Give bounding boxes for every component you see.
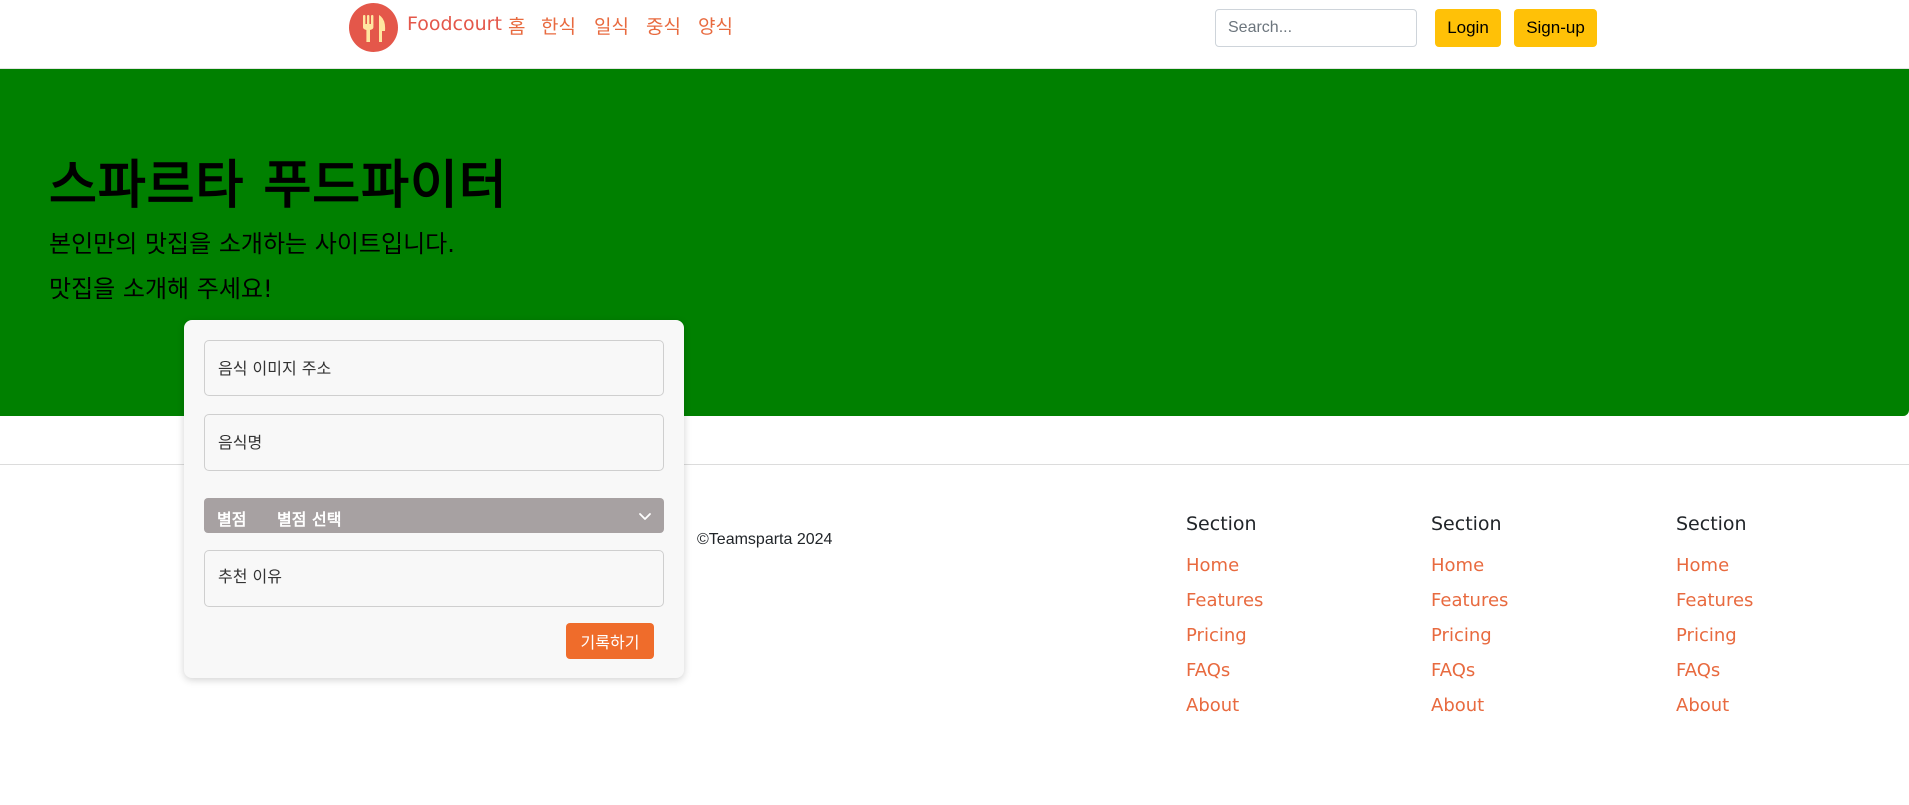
recommend-reason-textarea[interactable]	[204, 550, 664, 607]
submit-record-button[interactable]: 기록하기	[566, 623, 654, 659]
top-navbar: Foodcourt 홈 한식 일식 중식 양식 Login Sign-up	[0, 0, 1909, 69]
footer-section-title: Section	[1431, 513, 1502, 535]
hero-subtitle: 본인만의 맛집을 소개하는 사이트입니다.	[49, 230, 455, 258]
footer-section: Section Home Features Pricing FAQs About	[1431, 512, 1631, 723]
nav-link-chinese[interactable]: 중식	[646, 12, 681, 39]
footer-link-pricing[interactable]: Pricing	[1676, 618, 1876, 653]
footer-link-features[interactable]: Features	[1186, 583, 1386, 618]
nav-link-korean[interactable]: 한식	[541, 12, 576, 39]
footer-section-title: Section	[1676, 513, 1747, 535]
footer-link-faqs[interactable]: FAQs	[1431, 653, 1631, 688]
image-url-input[interactable]	[204, 340, 664, 396]
footer-link-home[interactable]: Home	[1676, 548, 1876, 583]
footer-link-about[interactable]: About	[1676, 688, 1876, 723]
footer-section-title: Section	[1186, 513, 1257, 535]
footer-link-home[interactable]: Home	[1186, 548, 1386, 583]
rating-select[interactable]: 별점 별점 선택	[204, 498, 664, 533]
footer-link-pricing[interactable]: Pricing	[1431, 618, 1631, 653]
chevron-down-icon	[638, 508, 652, 527]
hero-title: 스파르타 푸드파이터	[49, 156, 508, 216]
footer-link-about[interactable]: About	[1431, 688, 1631, 723]
post-form-card: 별점 별점 선택 기록하기	[184, 320, 684, 678]
copyright-text: ©Teamsparta 2024	[697, 531, 833, 548]
footer-link-faqs[interactable]: FAQs	[1676, 653, 1876, 688]
fork-knife-icon[interactable]	[349, 3, 398, 52]
footer-link-features[interactable]: Features	[1676, 583, 1876, 618]
nav-link-western[interactable]: 양식	[698, 12, 733, 39]
footer-link-home[interactable]: Home	[1431, 548, 1631, 583]
nav-link-home[interactable]: 홈	[508, 12, 525, 39]
footer-section: Section Home Features Pricing FAQs About	[1186, 512, 1386, 723]
hero-subtitle: 맛집을 소개해 주세요!	[49, 275, 273, 303]
food-name-input[interactable]	[204, 414, 664, 471]
rating-label: 별점	[217, 510, 247, 529]
footer-section: Section Home Features Pricing FAQs About	[1676, 512, 1876, 723]
footer-link-pricing[interactable]: Pricing	[1186, 618, 1386, 653]
signup-button[interactable]: Sign-up	[1514, 9, 1597, 47]
nav-link-japanese[interactable]: 일식	[594, 12, 629, 39]
footer-link-about[interactable]: About	[1186, 688, 1386, 723]
search-input[interactable]	[1215, 9, 1417, 47]
footer-link-faqs[interactable]: FAQs	[1186, 653, 1386, 688]
brand-link[interactable]: Foodcourt	[407, 13, 502, 35]
footer-link-features[interactable]: Features	[1431, 583, 1631, 618]
login-button[interactable]: Login	[1435, 9, 1501, 47]
rating-selected-value: 별점 선택	[277, 510, 342, 529]
